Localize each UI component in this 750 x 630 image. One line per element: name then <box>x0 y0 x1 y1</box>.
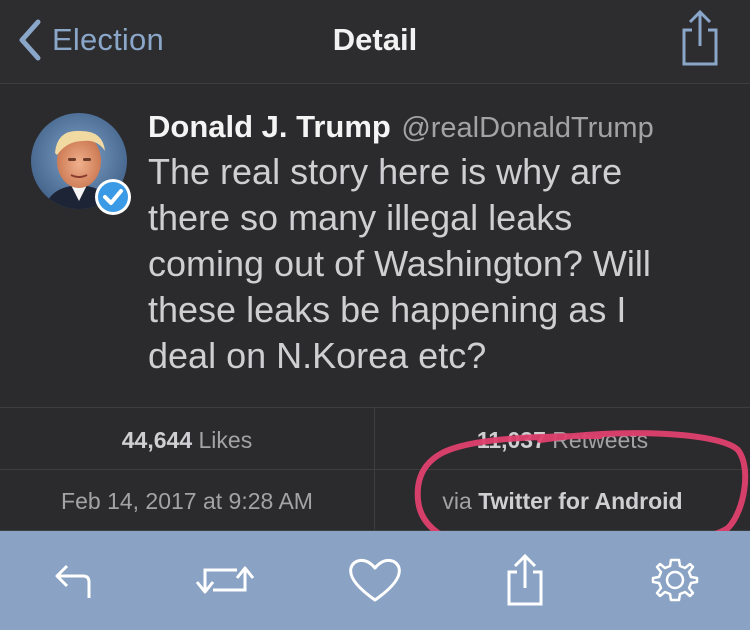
author-name[interactable]: Donald J. Trump <box>148 109 391 144</box>
divider <box>0 469 750 470</box>
source-name: Twitter for Android <box>478 488 683 514</box>
chevron-left-icon <box>19 19 41 61</box>
share-icon <box>682 9 718 66</box>
likes-label: Likes <box>198 427 253 453</box>
divider <box>0 407 750 408</box>
retweets-count: 11,037 <box>476 427 546 453</box>
retweet-button[interactable] <box>190 545 260 615</box>
share-button[interactable] <box>676 8 724 68</box>
author-handle[interactable]: @realDonaldTrump <box>401 112 653 144</box>
tweet-source[interactable]: via Twitter for Android <box>375 488 750 515</box>
likes-count: 44,644 <box>121 427 193 453</box>
share-tweet-button[interactable] <box>490 545 560 615</box>
navigation-bar: Election Detail <box>0 0 750 84</box>
source-prefix: via <box>442 488 472 514</box>
reply-button[interactable] <box>40 545 110 615</box>
tweet-author: Donald J. Trump @realDonaldTrump <box>148 109 654 145</box>
heart-icon <box>349 559 401 602</box>
tweet-text: The real story here is why are there so … <box>148 151 651 376</box>
likes-count-button[interactable]: 44,644 Likes <box>0 427 374 454</box>
verified-badge-icon <box>95 179 131 215</box>
reply-icon <box>55 564 91 598</box>
retweet-icon <box>195 566 255 594</box>
retweets-label: Retweets <box>552 427 649 453</box>
back-button-label: Election <box>52 22 164 57</box>
retweets-count-button[interactable]: 11,037 Retweets <box>375 427 750 454</box>
back-button[interactable]: Election <box>16 18 164 62</box>
tweet-timestamp: Feb 14, 2017 at 9:28 AM <box>61 488 313 514</box>
settings-button[interactable] <box>640 545 710 615</box>
like-button[interactable] <box>340 545 410 615</box>
gear-icon <box>651 558 699 602</box>
action-toolbar <box>0 531 750 630</box>
share-icon <box>507 553 543 606</box>
